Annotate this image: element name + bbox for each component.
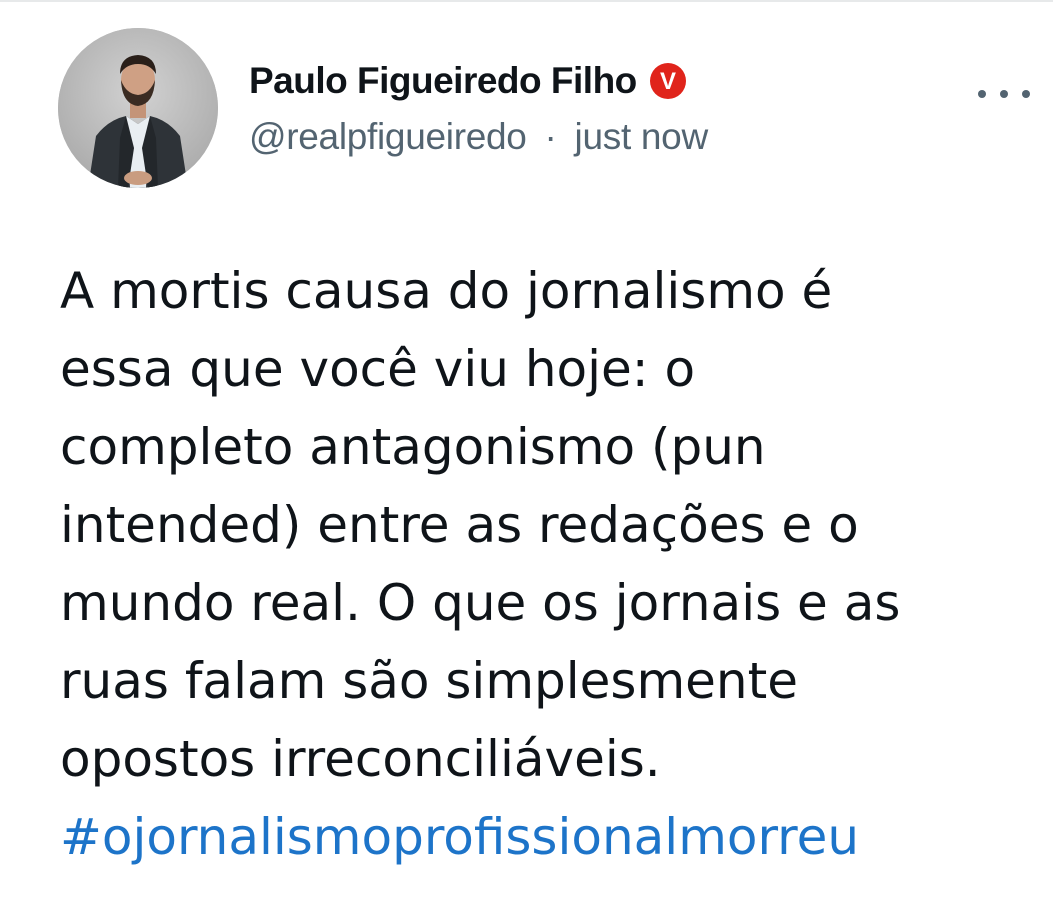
avatar[interactable] xyxy=(58,28,218,188)
more-options-icon-dot xyxy=(1022,90,1030,98)
tweet-text-line: ruas falam são simplesmente xyxy=(60,652,798,710)
author-name-row: Paulo Figueiredo Filho V xyxy=(249,58,949,104)
verified-badge-letter: V xyxy=(660,68,676,95)
more-options-button[interactable] xyxy=(978,82,1030,106)
tweet-header: Paulo Figueiredo Filho V @realpfigueired… xyxy=(249,58,949,158)
tweet-text-line: intended) entre as redações e o xyxy=(60,496,859,554)
author-handle[interactable]: @realpfigueiredo xyxy=(249,116,527,157)
avatar-image xyxy=(58,28,218,188)
more-options-icon-dot xyxy=(1000,90,1008,98)
tweet-text-line: A mortis causa do jornalismo é xyxy=(60,262,833,320)
tweet-text-line: essa que você viu hoje: o xyxy=(60,340,696,398)
tweet-body: A mortis causa do jornalismo é essa que … xyxy=(60,252,1020,876)
author-meta-row: @realpfigueiredo · just now xyxy=(249,116,949,158)
verified-badge-icon: V xyxy=(649,62,687,100)
tweet-text-line: mundo real. O que os jornais e as xyxy=(60,574,901,632)
hashtag-link[interactable]: #ojornalismoprofissionalmorreu xyxy=(60,798,1020,876)
tweet-timestamp[interactable]: just now xyxy=(575,116,709,157)
tweet-text-line: opostos irreconciliáveis. xyxy=(60,730,661,788)
tweet-text-line: completo antagonismo (pun xyxy=(60,418,766,476)
meta-separator: · xyxy=(544,116,557,157)
author-display-name[interactable]: Paulo Figueiredo Filho xyxy=(249,60,637,102)
tweet-card: Paulo Figueiredo Filho V @realpfigueired… xyxy=(0,0,1053,897)
more-options-icon xyxy=(978,90,986,98)
